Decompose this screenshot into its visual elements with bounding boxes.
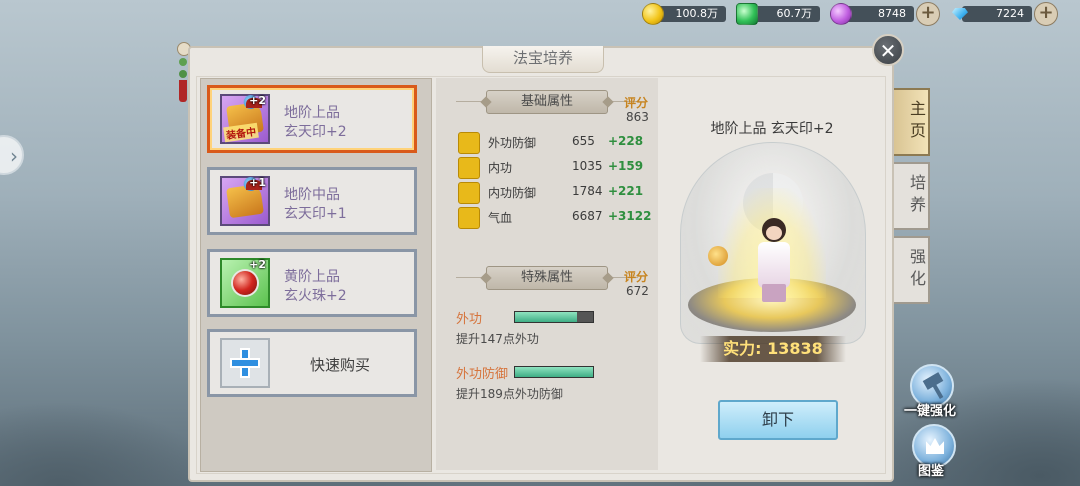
special-attr-fill — [515, 367, 593, 377]
special-attr-name: 外功 — [456, 312, 483, 327]
jade-amount: 60.7万 — [750, 6, 820, 22]
close-button[interactable]: ✕ — [872, 34, 904, 66]
unequip-button[interactable]: 卸下 — [718, 400, 838, 440]
close-icon: ✕ — [879, 39, 897, 63]
special-score-value: 672 — [626, 284, 649, 298]
one-key-enhance-label: 一键强化 — [904, 404, 957, 419]
level-badge: +2 — [249, 258, 266, 271]
add-diamond-button[interactable]: + — [1034, 2, 1058, 26]
stat-bonus: +159 — [608, 159, 644, 173]
item-grade: 地阶中品 — [284, 187, 340, 203]
codex-label: 图鉴 — [918, 464, 945, 479]
list-item[interactable]: +1 地阶中品 玄天印+1 — [207, 167, 417, 235]
item-grade: 黄阶上品 — [284, 269, 340, 285]
special-attr-fill — [515, 312, 578, 322]
special-score-label: 评分 — [624, 270, 649, 284]
diamond-amount: 7224 — [962, 6, 1032, 22]
equipped-tag: 装备中 — [223, 122, 259, 143]
currency-gold: 100.8万 — [642, 3, 726, 25]
special-attrs-banner: 特殊属性 — [486, 266, 608, 290]
stat-bonus: +221 — [608, 184, 644, 198]
diamond-icon — [950, 4, 970, 24]
stat-bonus: +228 — [608, 134, 644, 148]
health-icon — [458, 207, 480, 229]
stat-name: 内功 — [488, 161, 513, 175]
crown-icon — [926, 438, 944, 454]
stats-column: 基础属性 评分 863 外功防御 655 +228 内功 1035 +159 内… — [436, 78, 658, 470]
quick-buy-thumb — [220, 338, 270, 388]
item-thumbnail: 装备中 +2 — [220, 94, 270, 144]
currency-diamond: 7224 + — [950, 2, 1058, 26]
hammer-icon — [922, 372, 944, 390]
fire-orb-icon — [233, 271, 257, 295]
item-thumbnail: +2 — [220, 258, 270, 308]
plus-icon — [230, 348, 260, 378]
panel-title: 法宝培养 — [512, 49, 573, 67]
expand-side-button[interactable]: › — [0, 135, 24, 175]
basic-attrs-banner: 基础属性 — [486, 90, 608, 114]
level-badge: +2 — [249, 94, 266, 107]
item-display: 地阶上品 玄天印+2 实力: 13838 卸下 — [660, 78, 884, 470]
purple-amount: 8748 — [844, 6, 914, 22]
quick-buy-button[interactable]: 快速购买 — [207, 329, 417, 397]
list-item[interactable]: 装备中 +2 地阶上品 玄天印+2 — [207, 85, 417, 153]
currency-bar: 100.8万 60.7万 8748 + 7224 + — [642, 2, 1058, 26]
item-name: 玄火珠+2 — [284, 288, 347, 304]
currency-purple: 8748 + — [830, 2, 940, 26]
quick-buy-label: 快速购买 — [310, 356, 371, 374]
stat-name: 气血 — [488, 211, 513, 225]
stat-value: 1784 — [572, 184, 603, 198]
display-item-title: 地阶上品 玄天印+2 — [710, 121, 834, 137]
special-attr-bar — [514, 366, 594, 378]
treasure-list: 装备中 +2 地阶上品 玄天印+2 +1 地阶中品 玄天印+1 +2 黄阶上品 … — [200, 78, 432, 472]
list-item[interactable]: +2 黄阶上品 玄火珠+2 — [207, 249, 417, 317]
add-purple-button[interactable]: + — [916, 2, 940, 26]
stat-name: 外功防御 — [488, 136, 537, 150]
floating-seal-icon — [708, 246, 728, 266]
stat-value: 655 — [572, 134, 595, 148]
stat-value: 1035 — [572, 159, 603, 173]
special-attr-desc: 提升147点外功 — [456, 332, 539, 346]
stat-bonus: +3122 — [608, 209, 652, 223]
inner-defense-icon — [458, 182, 480, 204]
tab-enhance[interactable]: 强化 — [894, 236, 930, 304]
gold-coin-icon — [642, 3, 664, 25]
item-name: 玄天印+1 — [284, 206, 347, 222]
power-readout: 实力: 13838 — [700, 336, 846, 362]
gold-amount: 100.8万 — [656, 6, 726, 22]
panel-title-tab: 法宝培养 — [482, 46, 604, 73]
jade-icon — [736, 3, 758, 25]
currency-jade: 60.7万 — [736, 3, 820, 25]
purple-gem-icon — [830, 3, 852, 25]
tab-home[interactable]: 主页 — [894, 88, 930, 156]
item-thumbnail: +1 — [220, 176, 270, 226]
tab-cultivate[interactable]: 培养 — [894, 162, 930, 230]
basic-score-value: 863 — [626, 110, 649, 124]
special-attr-desc: 提升189点外功防御 — [456, 387, 563, 401]
level-badge: +1 — [249, 176, 266, 189]
stat-name: 内功防御 — [488, 186, 537, 200]
character-sprite — [752, 218, 796, 304]
basic-score-label: 评分 — [624, 96, 649, 110]
item-name: 玄天印+2 — [284, 124, 347, 140]
special-attr-name: 外功防御 — [456, 367, 509, 382]
outer-defense-icon — [458, 132, 480, 154]
stat-value: 6687 — [572, 209, 603, 223]
inner-power-icon — [458, 157, 480, 179]
item-grade: 地阶上品 — [284, 105, 340, 121]
special-attr-bar — [514, 311, 594, 323]
